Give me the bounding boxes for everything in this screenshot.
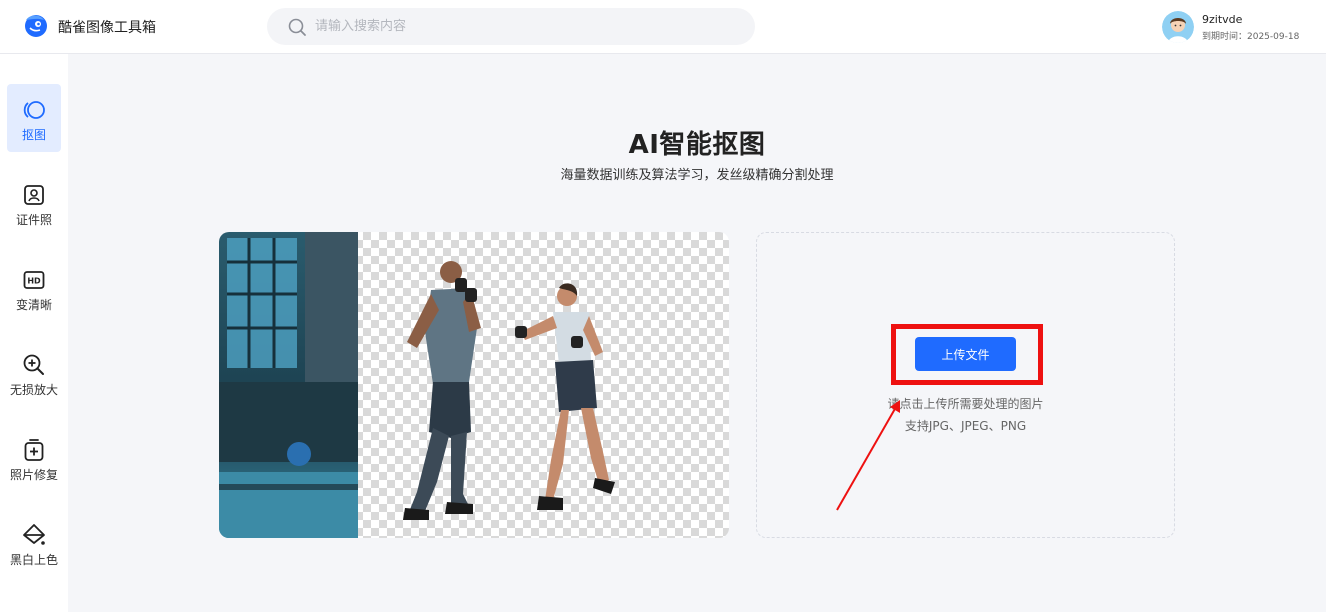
zoom-in-icon bbox=[23, 354, 44, 375]
sidebar-item-label: 变清晰 bbox=[15, 298, 52, 312]
search-icon bbox=[288, 18, 306, 36]
photo-repair-icon bbox=[24, 439, 44, 461]
id-photo-icon bbox=[24, 185, 44, 205]
colorize-icon bbox=[23, 524, 45, 545]
search-bar[interactable] bbox=[267, 8, 755, 45]
hd-icon: HD bbox=[23, 271, 45, 289]
user-avatar-icon bbox=[1162, 11, 1194, 43]
upload-file-button[interactable]: 上传文件 bbox=[915, 337, 1016, 371]
supported-formats: 支持JPG、JPEG、PNG bbox=[904, 419, 1027, 433]
app-logo-icon bbox=[25, 15, 47, 37]
cutout-demo-illustration bbox=[219, 232, 729, 538]
avatar[interactable] bbox=[1162, 11, 1194, 43]
upload-hint: 请点击上传所需要处理的图片 bbox=[887, 397, 1044, 411]
search-input[interactable] bbox=[315, 8, 735, 45]
sidebar-item-colorize[interactable]: 黑白上色 bbox=[7, 509, 61, 577]
top-header: 酷雀图像工具箱 9zitvde 到期时间：2025-09-18 bbox=[0, 0, 1326, 54]
upload-dropzone[interactable] bbox=[756, 232, 1175, 538]
demo-image bbox=[219, 232, 729, 538]
sidebar-item-label: 证件照 bbox=[15, 213, 52, 227]
svg-text:HD: HD bbox=[27, 277, 41, 286]
sidebar-item-label: 照片修复 bbox=[9, 468, 58, 482]
sidebar-item-hd[interactable]: HD 变清晰 bbox=[7, 254, 61, 322]
app-title: 酷雀图像工具箱 bbox=[58, 20, 156, 36]
page-title: AI智能抠图 bbox=[628, 130, 766, 160]
sidebar-item-label: 无损放大 bbox=[9, 383, 58, 397]
cutout-icon bbox=[23, 101, 45, 119]
sidebar-item-upscale[interactable]: 无损放大 bbox=[7, 339, 61, 407]
annotation-arrow-icon bbox=[836, 400, 900, 511]
sidebar-item-label: 黑白上色 bbox=[9, 553, 58, 567]
page-subtitle: 海量数据训练及算法学习，发丝级精确分割处理 bbox=[560, 168, 834, 183]
expiry-date: 到期时间：2025-09-18 bbox=[1202, 32, 1300, 42]
sidebar-item-photo-repair[interactable]: 照片修复 bbox=[7, 424, 61, 492]
username: 9zitvde bbox=[1202, 13, 1243, 26]
